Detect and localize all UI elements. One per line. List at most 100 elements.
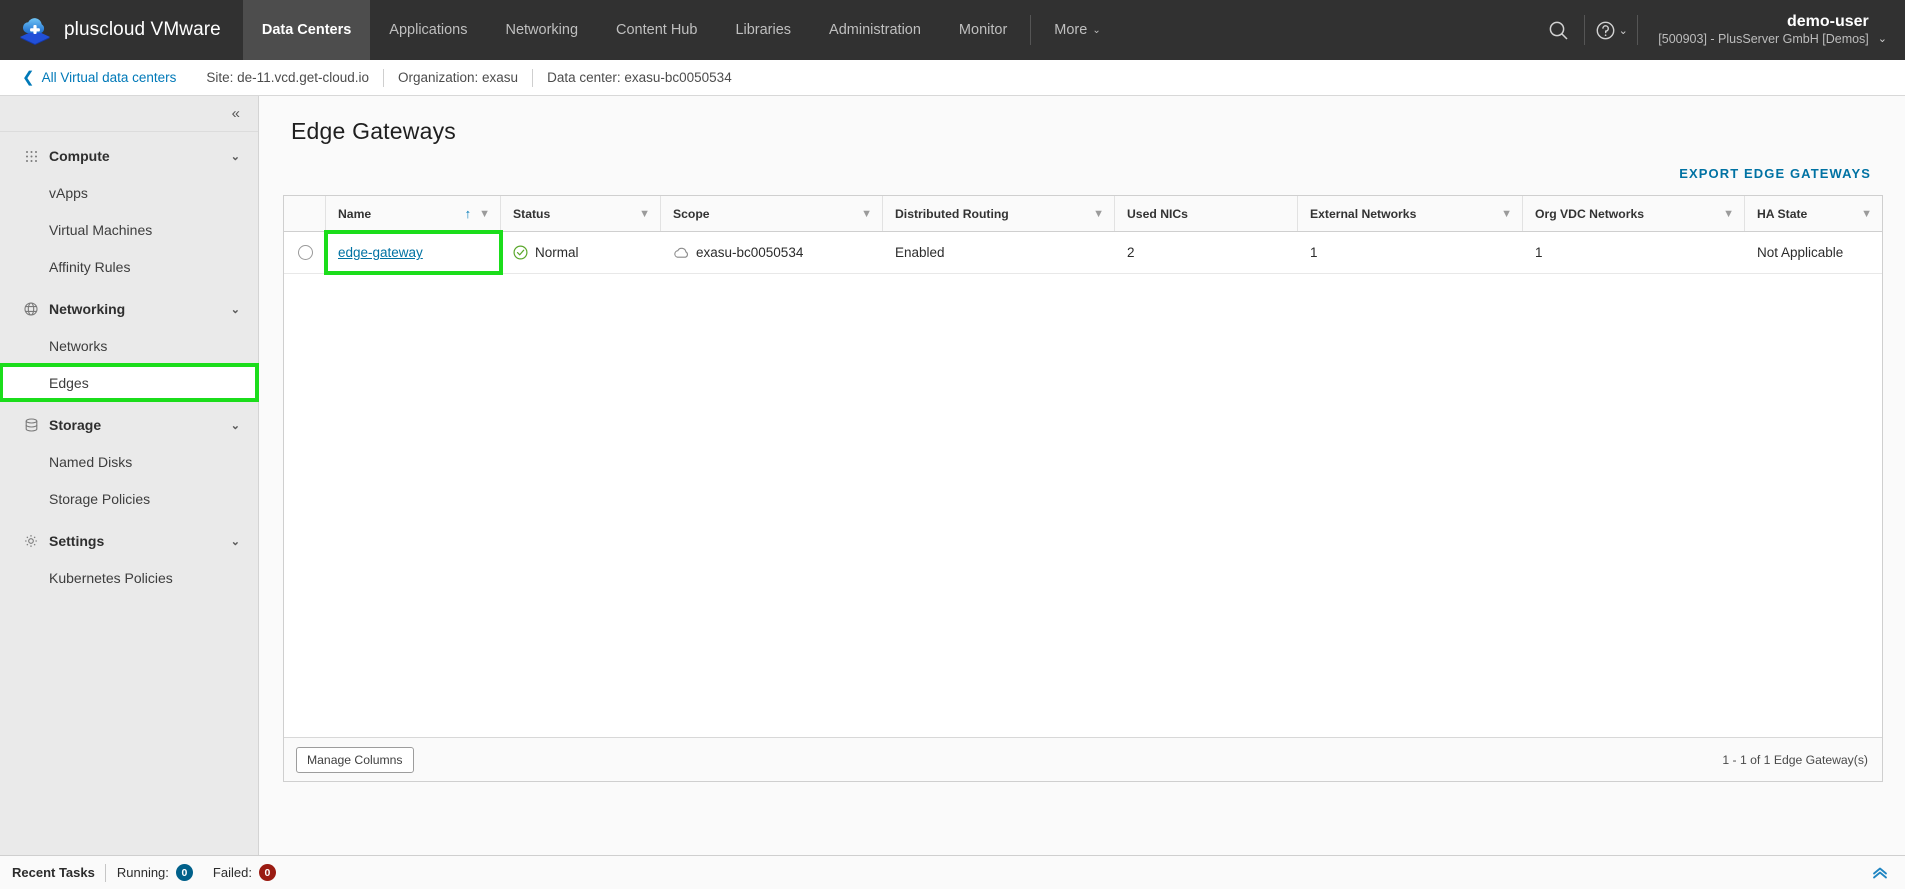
table-header-ha-state[interactable]: HA State ▼ — [1745, 196, 1882, 231]
chevron-down-icon: ⌄ — [230, 303, 240, 316]
edge-gateway-link[interactable]: edge-gateway — [338, 245, 423, 260]
manage-columns-button[interactable]: Manage Columns — [296, 746, 414, 773]
filter-icon[interactable]: ▼ — [1501, 208, 1512, 220]
sidebar-item-edges[interactable]: Edges — [0, 363, 259, 402]
failed-count-badge: 0 — [258, 864, 276, 881]
cell-scope: exasu-bc0050534 — [661, 232, 883, 273]
nav-item-more[interactable]: More ⌄ — [1035, 0, 1119, 60]
nav-label: Data Centers — [261, 22, 352, 38]
sidebar-item-vapps[interactable]: vApps — [0, 174, 258, 211]
action-row: EXPORT EDGE GATEWAYS — [283, 151, 1883, 195]
sidebar-item-label: Named Disks — [49, 453, 133, 470]
cell-org-vdc-networks: 1 — [1535, 245, 1543, 260]
sidebar-item-label: Edges — [49, 374, 89, 391]
body: « Compute ⌄ vApps Virtual Machines Affin… — [0, 96, 1905, 855]
chevron-down-icon: ⌄ — [1092, 24, 1101, 36]
failed-tasks-status[interactable]: Failed: 0 — [213, 864, 276, 881]
chevron-left-icon: ❮ — [22, 69, 35, 86]
sidebar-item-label: vApps — [49, 184, 88, 201]
filter-icon[interactable]: ▼ — [1093, 208, 1104, 220]
chevron-down-icon: ⌄ — [230, 419, 240, 432]
table-row[interactable]: edge-gateway Normal exasu-bc0050534 Enab… — [284, 230, 1882, 275]
table-header-external-networks[interactable]: External Networks ▼ — [1298, 196, 1523, 231]
filter-icon[interactable]: ▼ — [479, 208, 490, 220]
sidebar-item-kubernetes-policies[interactable]: Kubernetes Policies — [0, 559, 258, 596]
table-header-name[interactable]: Name ↑ ▼ — [326, 196, 501, 231]
table-header-row: Name ↑ ▼ Status ▼ Scope ▼ Distributed Ro… — [284, 196, 1882, 232]
filter-icon[interactable]: ▼ — [639, 208, 650, 220]
row-select-cell — [284, 232, 326, 273]
chevron-down-icon: ⌄ — [1877, 32, 1887, 45]
export-edge-gateways-button[interactable]: EXPORT EDGE GATEWAYS — [1679, 166, 1871, 181]
table-header-scope[interactable]: Scope ▼ — [661, 196, 883, 231]
brand-name: pluscloud VMware — [64, 19, 221, 40]
table-header-org-vdc-networks[interactable]: Org VDC Networks ▼ — [1523, 196, 1745, 231]
sidebar-group-label: Networking — [49, 301, 126, 317]
sidebar-item-label: Kubernetes Policies — [49, 569, 173, 586]
sidebar-item-label: Storage Policies — [49, 490, 151, 507]
nav-item-applications[interactable]: Applications — [370, 0, 486, 60]
column-label: HA State — [1757, 206, 1808, 221]
filter-icon[interactable]: ▼ — [1861, 208, 1872, 220]
nav-label: Monitor — [958, 22, 1008, 38]
nav-item-administration[interactable]: Administration — [810, 0, 940, 60]
table-header-distributed-routing[interactable]: Distributed Routing ▼ — [883, 196, 1115, 231]
breadcrumb-site: Site: de-11.vcd.get-cloud.io — [206, 70, 369, 85]
column-label: Scope — [673, 206, 710, 221]
sidebar-group-label: Storage — [49, 417, 102, 433]
cell-ha-state: Not Applicable — [1757, 245, 1844, 260]
filter-icon[interactable]: ▼ — [861, 208, 872, 220]
running-tasks-status[interactable]: Running: 0 — [117, 864, 193, 881]
help-circle-icon[interactable]: ⌄ — [1585, 0, 1637, 60]
recent-tasks-bar: Recent Tasks Running: 0 Failed: 0 — [0, 855, 1905, 889]
sidebar-group-compute[interactable]: Compute ⌄ — [0, 138, 258, 174]
sidebar-collapse-button[interactable]: « — [0, 96, 258, 132]
chevron-down-icon: ⌄ — [230, 535, 240, 548]
user-info: demo-user [500903] - PlusServer GmbH [De… — [1658, 12, 1869, 48]
nav-item-libraries[interactable]: Libraries — [716, 0, 810, 60]
sidebar-group-storage[interactable]: Storage ⌄ — [0, 407, 258, 443]
sidebar-group-settings[interactable]: Settings ⌄ — [0, 523, 258, 559]
sidebar-item-virtual-machines[interactable]: Virtual Machines — [0, 211, 258, 248]
column-label: Org VDC Networks — [1535, 206, 1645, 221]
nav-label: Applications — [389, 22, 468, 38]
breadcrumb-data-center: Data center: exasu-bc0050534 — [547, 70, 732, 85]
row-radio-button[interactable] — [297, 245, 313, 260]
nav-item-content-hub[interactable]: Content Hub — [597, 0, 716, 60]
filter-icon[interactable]: ▼ — [1723, 208, 1734, 220]
cell-distributed-routing: Enabled — [895, 245, 945, 260]
user-org: [500903] - PlusServer GmbH [Demos] — [1658, 32, 1869, 47]
sidebar-item-affinity-rules[interactable]: Affinity Rules — [0, 248, 258, 285]
nav-item-monitor[interactable]: Monitor — [940, 0, 1026, 60]
chevron-double-up-icon[interactable] — [1871, 866, 1889, 880]
sidebar-item-storage-policies[interactable]: Storage Policies — [0, 480, 258, 517]
sidebar-item-networks[interactable]: Networks — [0, 327, 258, 364]
scope-label: exasu-bc0050534 — [696, 245, 804, 260]
brand[interactable]: pluscloud VMware — [0, 0, 243, 60]
table-header-used-nics[interactable]: Used NICs — [1115, 196, 1298, 231]
recent-tasks-title[interactable]: Recent Tasks — [12, 865, 105, 880]
failed-label: Failed: — [212, 865, 252, 880]
sidebar: « Compute ⌄ vApps Virtual Machines Affin… — [0, 96, 259, 855]
nav-item-data-centers[interactable]: Data Centers — [242, 0, 371, 60]
main-content: Edge Gateways EXPORT EDGE GATEWAYS Name … — [259, 96, 1905, 855]
check-circle-icon — [513, 245, 528, 260]
nav-label: Content Hub — [616, 22, 698, 38]
header-actions: ⌄ demo-user [500903] - PlusServer GmbH [… — [1532, 0, 1905, 60]
sidebar-item-label: Virtual Machines — [49, 221, 153, 238]
table-body: edge-gateway Normal exasu-bc0050534 Enab… — [284, 230, 1882, 737]
sidebar-group-networking[interactable]: Networking ⌄ — [0, 291, 258, 327]
search-icon[interactable] — [1532, 0, 1584, 60]
sort-ascending-icon[interactable]: ↑ — [465, 206, 480, 221]
sidebar-item-named-disks[interactable]: Named Disks — [0, 443, 258, 480]
table-header-status[interactable]: Status ▼ — [501, 196, 661, 231]
column-label: Distributed Routing — [895, 206, 1009, 221]
cell-status: Normal — [501, 232, 661, 273]
nav-item-networking[interactable]: Networking — [486, 0, 597, 60]
chevron-double-left-icon: « — [231, 105, 240, 122]
user-menu[interactable]: demo-user [500903] - PlusServer GmbH [De… — [1638, 12, 1887, 48]
network-globe-icon — [22, 302, 40, 316]
sidebar-group-label: Settings — [49, 533, 105, 549]
breadcrumb-back-link[interactable]: ❮ All Virtual data centers — [0, 70, 192, 85]
column-label: Name — [338, 206, 372, 221]
